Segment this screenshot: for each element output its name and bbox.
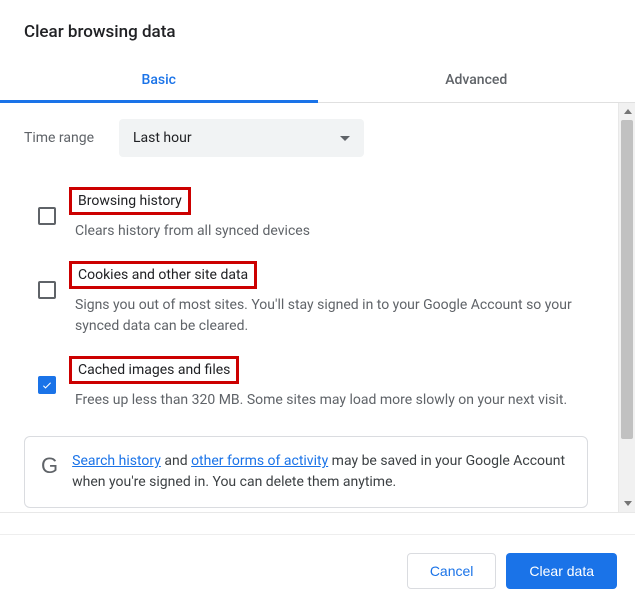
time-range-value: Last hour bbox=[133, 130, 192, 146]
time-range-row: Time range Last hour bbox=[24, 119, 588, 157]
time-range-select[interactable]: Last hour bbox=[119, 119, 364, 157]
option-cookies-desc: Signs you out of most sites. You'll stay… bbox=[69, 295, 588, 336]
dialog-title: Clear browsing data bbox=[0, 0, 635, 60]
info-text-1: and bbox=[161, 453, 191, 469]
arrow-down-icon bbox=[624, 501, 632, 506]
dialog-footer: Cancel Clear data bbox=[0, 534, 635, 606]
cancel-button[interactable]: Cancel bbox=[407, 553, 497, 589]
link-search-history[interactable]: Search history bbox=[72, 453, 161, 469]
checkbox-cookies[interactable] bbox=[38, 281, 56, 299]
time-range-label: Time range bbox=[24, 130, 119, 146]
google-icon: G bbox=[41, 451, 58, 477]
scrollbar-thumb[interactable] bbox=[621, 120, 633, 439]
scroll-down-button[interactable] bbox=[619, 495, 635, 512]
chevron-down-icon bbox=[340, 136, 350, 141]
option-cached-title: Cached images and files bbox=[69, 356, 239, 384]
google-account-info: G Search history and other forms of acti… bbox=[24, 436, 588, 508]
google-account-info-text: Search history and other forms of activi… bbox=[72, 451, 571, 493]
option-cached-desc: Frees up less than 320 MB. Some sites ma… bbox=[69, 390, 588, 410]
checkbox-cached[interactable] bbox=[38, 376, 56, 394]
option-cookies: Cookies and other site data Signs you ou… bbox=[24, 251, 588, 346]
option-browsing-history-title: Browsing history bbox=[69, 187, 191, 215]
tab-basic[interactable]: Basic bbox=[0, 60, 318, 102]
tabs: Basic Advanced bbox=[0, 60, 635, 103]
arrow-up-icon bbox=[624, 109, 632, 114]
vertical-scrollbar[interactable] bbox=[618, 103, 635, 512]
clear-data-button[interactable]: Clear data bbox=[506, 553, 617, 589]
checkbox-browsing-history[interactable] bbox=[38, 207, 56, 225]
scrollbar-track[interactable] bbox=[619, 120, 635, 495]
option-browsing-history-desc: Clears history from all synced devices bbox=[69, 221, 588, 241]
tab-advanced[interactable]: Advanced bbox=[318, 60, 635, 102]
option-cached: Cached images and files Frees up less th… bbox=[24, 346, 588, 420]
option-cookies-title: Cookies and other site data bbox=[69, 261, 257, 289]
scroll-up-button[interactable] bbox=[619, 103, 635, 120]
clear-browsing-data-dialog: Clear browsing data Basic Advanced Time … bbox=[0, 0, 635, 606]
content: Time range Last hour Browsing history Cl… bbox=[0, 103, 612, 508]
scroll-area: Time range Last hour Browsing history Cl… bbox=[0, 103, 635, 513]
link-other-activity[interactable]: other forms of activity bbox=[191, 453, 328, 469]
option-browsing-history: Browsing history Clears history from all… bbox=[24, 177, 588, 251]
